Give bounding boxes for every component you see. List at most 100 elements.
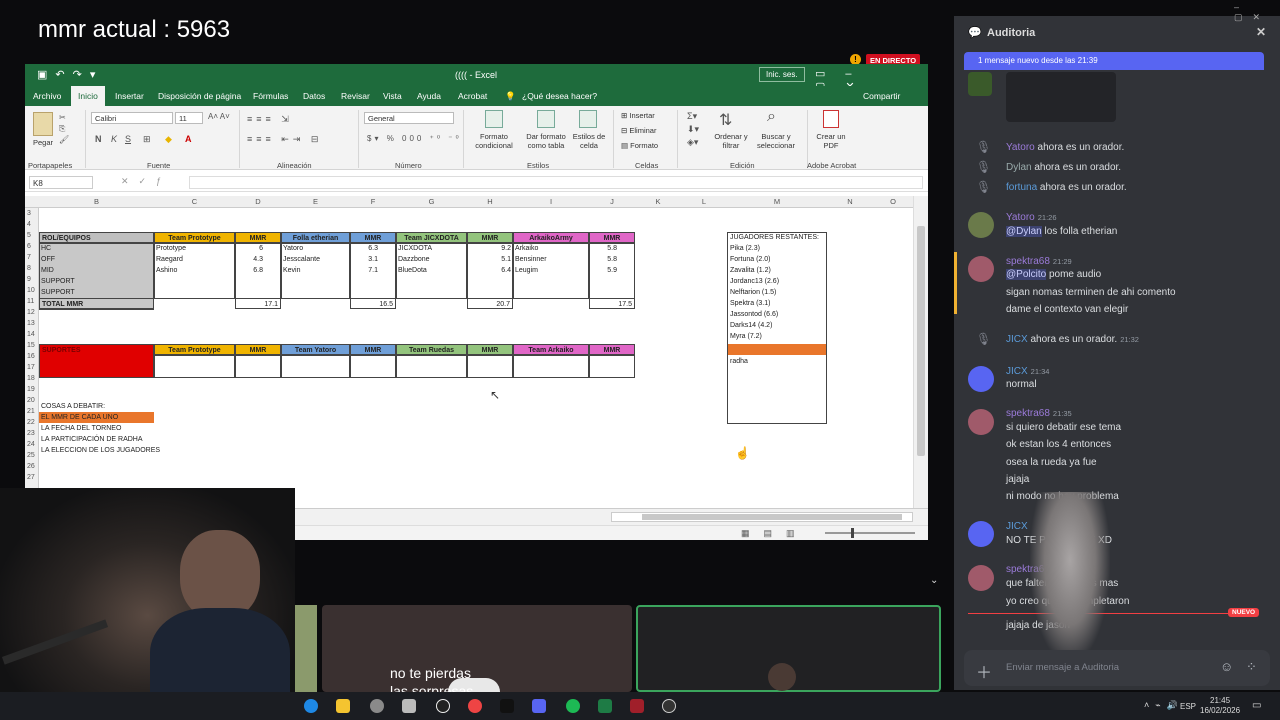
font-color-icon[interactable]: A [185, 134, 192, 144]
cell-suportes[interactable]: SUPORTES [39, 344, 154, 378]
clipboard-icon[interactable] [33, 112, 53, 136]
tiktok-app-icon[interactable] [500, 699, 514, 713]
remaining-player[interactable]: Nelftarion (1.5) [728, 287, 778, 298]
obs-icon[interactable] [662, 699, 676, 713]
player-name[interactable]: Bensinner [513, 254, 549, 265]
alignment-icons-2[interactable]: ≡≡≡ ⇤⇥ ⊟ [247, 134, 322, 145]
row-header[interactable]: 7 [27, 254, 31, 261]
cell-sup-team-prototype[interactable]: Team Prototype [154, 344, 235, 355]
bold-icon[interactable]: N [95, 134, 102, 144]
debate-item[interactable]: LA PARTICIPACIÓN DE RADHA [39, 434, 145, 445]
cell-sup-mmr-4[interactable]: MMR [589, 344, 635, 355]
cell-mmr-1[interactable]: MMR [235, 232, 281, 243]
fill-color-icon[interactable]: ◆ [165, 134, 172, 145]
view-buttons[interactable]: ▦▤▥ [741, 528, 809, 539]
discord-avatar-icon[interactable] [968, 521, 994, 547]
cell-mmr-3[interactable]: MMR [467, 232, 513, 243]
row-header[interactable]: 13 [27, 320, 35, 327]
debate-item[interactable]: LA FECHA DEL TORNEO [39, 423, 123, 434]
message-composer[interactable]: ＋ Enviar mensaje a Auditoria ☺ ⁘ [964, 650, 1270, 686]
formula-input[interactable] [189, 176, 923, 189]
emoji-icon[interactable]: ☺ [1220, 659, 1233, 674]
total-team1[interactable]: 17.1 [235, 298, 281, 309]
avatar[interactable] [968, 409, 994, 435]
row-header[interactable]: 10 [27, 287, 35, 294]
quick-access-icons[interactable]: ▣↶↷▾ [37, 68, 103, 81]
cell-sup-mmr-1[interactable]: MMR [235, 344, 281, 355]
font-grow-icons[interactable]: A˄ A˅ [208, 112, 230, 121]
debate-item[interactable]: LA ELECCION DE LOS JUGADORES [39, 445, 162, 456]
alignment-icons[interactable]: ≡≡≡ ⇲ [247, 114, 293, 125]
font-name-box[interactable]: Calibri [91, 112, 173, 124]
new-messages-banner[interactable]: 1 mensaje nuevo desde las 21:39 [964, 52, 1264, 70]
row-header[interactable]: 19 [27, 386, 35, 393]
app-icon[interactable] [370, 699, 384, 713]
tiktok-icon[interactable] [436, 699, 450, 713]
cell-arkaiko-army[interactable]: ArkaikoArmy [513, 232, 589, 243]
avatar[interactable] [968, 212, 994, 238]
chrome-icon[interactable] [468, 699, 482, 713]
row-header[interactable]: 21 [27, 408, 35, 415]
role-support-2[interactable]: SUPPORT [39, 287, 77, 298]
cell-styles-button[interactable]: Estilos de celda [571, 132, 607, 150]
role-mid[interactable]: MID [39, 265, 56, 276]
tab-acrobat[interactable]: Acrobat [458, 91, 487, 101]
create-pdf-button[interactable]: Crear un PDF [811, 132, 851, 150]
tab-formulas[interactable]: Fórmulas [253, 91, 288, 101]
total-team4[interactable]: 17.5 [589, 298, 635, 309]
row-header[interactable]: 14 [27, 331, 35, 338]
tab-archivo[interactable]: Archivo [33, 91, 61, 101]
conditional-format-icon[interactable] [485, 110, 503, 128]
player-mmr[interactable]: 9.2 [467, 243, 513, 254]
row-header[interactable]: 4 [27, 221, 31, 228]
player-name[interactable]: Ashino [154, 265, 179, 276]
tab-inicio[interactable]: Inicio [71, 86, 105, 106]
file-explorer-icon[interactable] [336, 699, 350, 713]
tab-datos[interactable]: Datos [303, 91, 325, 101]
total-team3[interactable]: 20.7 [467, 298, 513, 309]
vertical-scrollbar[interactable] [913, 196, 928, 508]
remaining-player[interactable]: Pika (2.3) [728, 243, 762, 254]
message-input[interactable]: Enviar mensaje a Auditoria [1006, 662, 1119, 673]
cell-sup-team-yatoro[interactable]: Team Yatoro [281, 344, 350, 355]
remaining-player[interactable]: Myra (7.2) [728, 331, 764, 342]
tray-icons[interactable]: ˄⌁🔊 [1144, 700, 1184, 711]
format-cells-button[interactable]: ▤ Formato [621, 141, 658, 150]
role-hc[interactable]: HC [39, 243, 53, 254]
remaining-title[interactable]: JUGADORES RESTANTES: [728, 232, 821, 243]
cell-sup-mmr-2[interactable]: MMR [350, 344, 396, 355]
row-header[interactable]: 23 [27, 430, 35, 437]
underline-icon[interactable]: S [125, 134, 131, 144]
participant-tile-active[interactable] [636, 605, 941, 692]
debate-title[interactable]: COSAS A DEBATIR: [39, 401, 107, 412]
paste-button[interactable]: Pegar [33, 138, 53, 147]
tab-vista[interactable]: Vista [383, 91, 402, 101]
row-header[interactable]: 26 [27, 463, 35, 470]
plus-icon[interactable]: ＋ [976, 659, 992, 683]
player-name[interactable]: Arkaiko [513, 243, 540, 254]
cell-styles-icon[interactable] [579, 110, 597, 128]
tell-me-search[interactable]: ¿Qué desea hacer? [522, 91, 597, 101]
row-header[interactable]: 17 [27, 364, 35, 371]
player-mmr[interactable]: 6.4 [467, 265, 513, 276]
find-select-button[interactable]: Buscar y seleccionar [751, 132, 801, 150]
find-select-icon[interactable]: ⌕ [767, 108, 776, 126]
row-header[interactable]: 5 [27, 232, 31, 239]
close-icon[interactable]: ✕ [1256, 25, 1266, 39]
format-as-table-button[interactable]: Dar formato como tabla [521, 132, 571, 150]
conditional-format-button[interactable]: Formato condicional [471, 132, 517, 150]
remaining-player[interactable]: Darks14 (4.2) [728, 320, 774, 331]
cell-team-jicxdota[interactable]: Team JICXDOTA [396, 232, 467, 243]
row-header[interactable]: 8 [27, 265, 31, 272]
sort-filter-button[interactable]: Ordenar y filtrar [709, 132, 753, 150]
player-mmr[interactable]: 6.3 [350, 243, 380, 254]
formula-icons[interactable]: ✕✓ƒ [121, 176, 171, 187]
remaining-player[interactable]: Jassontod (6.6) [728, 309, 780, 320]
sort-filter-icon[interactable]: ⇅ [719, 110, 732, 130]
player-mmr[interactable]: 7.1 [350, 265, 380, 276]
row-header[interactable]: 16 [27, 353, 35, 360]
cell-sup-team-arkaiko[interactable]: Team Arkaiko [513, 344, 589, 355]
player-name[interactable]: Prototype [154, 243, 188, 254]
number-format-box[interactable]: General [364, 112, 454, 124]
discord-avatar-icon[interactable] [968, 366, 994, 392]
